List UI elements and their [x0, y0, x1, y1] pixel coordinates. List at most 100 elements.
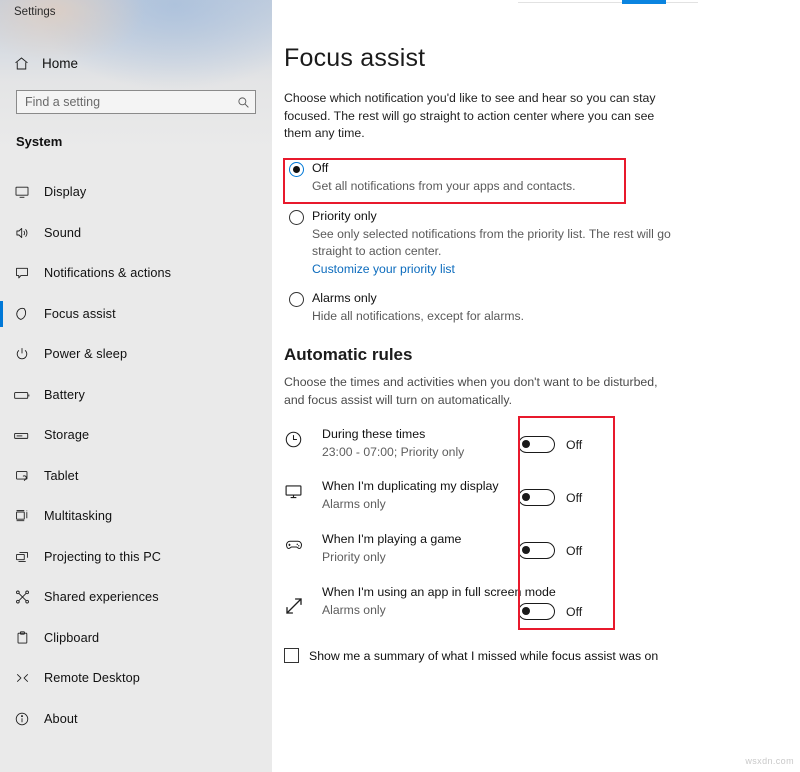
customize-priority-list-link[interactable]: Customize your priority list	[312, 261, 455, 278]
radio-option-alarms-only[interactable]: Alarms only Hide all notifications, exce…	[284, 290, 704, 325]
sidebar-item-home-label: Home	[42, 56, 78, 71]
rule-text: When I'm duplicating my display Alarms o…	[322, 476, 499, 512]
multitasking-icon	[0, 508, 44, 524]
home-icon	[0, 55, 42, 72]
sidebar-item-label: Tablet	[44, 469, 78, 483]
radio-option-description: Hide all notifications, except for alarm…	[312, 308, 690, 325]
rule-title: When I'm duplicating my display	[322, 478, 499, 495]
sidebar-item-projecting-to-this-pc[interactable]: Projecting to this PC	[0, 537, 272, 578]
clock-icon	[284, 424, 322, 449]
summary-checkbox[interactable]	[284, 648, 299, 663]
active-tab-underline	[622, 0, 666, 4]
rule-row-during-these-times[interactable]: During these times 23:00 - 07:00; Priori…	[284, 424, 684, 476]
automatic-rules-list: During these times 23:00 - 07:00; Priori…	[284, 424, 684, 634]
search-icon[interactable]	[231, 91, 255, 113]
tablet-icon	[0, 468, 44, 484]
page-title: Focus assist	[284, 44, 425, 73]
clipboard-icon	[0, 630, 44, 646]
sidebar-item-label: Clipboard	[44, 631, 99, 645]
projecting-icon	[0, 549, 44, 565]
tab-strip	[518, 0, 698, 4]
sidebar-item-label: Battery	[44, 388, 85, 402]
rule-text: During these times 23:00 - 07:00; Priori…	[322, 424, 464, 460]
radio-indicator	[289, 292, 304, 307]
window-title: Settings	[14, 6, 56, 18]
sidebar-item-label: Display	[44, 185, 86, 199]
settings-window: Settings Home System	[0, 0, 800, 772]
share-icon	[0, 589, 44, 605]
sidebar-item-battery[interactable]: Battery	[0, 375, 272, 416]
sidebar-item-label: Projecting to this PC	[44, 550, 161, 564]
automatic-rules-title: Automatic rules	[284, 345, 412, 365]
sidebar-item-label: Shared experiences	[44, 590, 159, 604]
search-box[interactable]	[16, 90, 256, 114]
radio-option-label: Priority only	[312, 208, 704, 224]
toggle-switch[interactable]	[518, 489, 555, 506]
speaker-icon	[0, 225, 44, 241]
radio-option-off[interactable]: Off Get all notifications from your apps…	[284, 160, 704, 195]
sidebar-item-label: Storage	[44, 428, 89, 442]
toggle-state-label: Off	[566, 605, 582, 619]
sidebar-item-power-sleep[interactable]: Power & sleep	[0, 334, 272, 375]
sidebar-item-multitasking[interactable]: Multitasking	[0, 496, 272, 537]
sidebar-item-about[interactable]: About	[0, 699, 272, 740]
rule-title: When I'm playing a game	[322, 531, 461, 548]
toggle-knob	[522, 440, 530, 448]
sidebar-item-clipboard[interactable]: Clipboard	[0, 618, 272, 659]
page-description: Choose which notification you'd like to …	[284, 90, 674, 143]
toggle-state-label: Off	[566, 438, 582, 452]
monitor-icon	[0, 184, 44, 200]
sidebar-item-shared-experiences[interactable]: Shared experiences	[0, 577, 272, 618]
sidebar-item-sound[interactable]: Sound	[0, 213, 272, 254]
toggle-switch[interactable]	[518, 603, 555, 620]
rule-title: When I'm using an app in full screen mod…	[322, 584, 556, 601]
sidebar-item-home[interactable]: Home	[0, 48, 272, 78]
fullscreen-icon	[284, 582, 322, 616]
rule-subtitle: 23:00 - 07:00; Priority only	[322, 444, 464, 461]
sidebar-item-storage[interactable]: Storage	[0, 415, 272, 456]
radio-option-label: Alarms only	[312, 290, 704, 306]
toggle-state-label: Off	[566, 491, 582, 505]
rule-subtitle: Alarms only	[322, 496, 499, 513]
sidebar-item-tablet[interactable]: Tablet	[0, 456, 272, 497]
storage-icon	[0, 429, 44, 442]
radio-indicator	[289, 162, 304, 177]
search-input[interactable]	[17, 95, 231, 109]
automatic-rules-description: Choose the times and activities when you…	[284, 374, 674, 409]
sidebar-item-display[interactable]: Display	[0, 172, 272, 213]
summary-checkbox-row[interactable]: Show me a summary of what I missed while…	[284, 648, 658, 663]
toggle-switch[interactable]	[518, 542, 555, 559]
toggle-knob	[522, 607, 530, 615]
sidebar-item-remote-desktop[interactable]: Remote Desktop	[0, 658, 272, 699]
moon-icon	[0, 306, 44, 322]
toggle-state-label: Off	[566, 544, 582, 558]
rule-row-playing-a-game[interactable]: When I'm playing a game Priority only	[284, 529, 684, 582]
sidebar: Settings Home System	[0, 0, 272, 772]
toggle-during-these-times[interactable]: Off	[518, 436, 582, 453]
power-icon	[0, 346, 44, 362]
sidebar-item-notifications-actions[interactable]: Notifications & actions	[0, 253, 272, 294]
notification-icon	[0, 265, 44, 281]
sidebar-item-focus-assist[interactable]: Focus assist	[0, 294, 272, 335]
sidebar-item-label: Focus assist	[44, 307, 116, 321]
rule-row-full-screen-app[interactable]: When I'm using an app in full screen mod…	[284, 582, 684, 634]
sidebar-item-label: Remote Desktop	[44, 671, 140, 685]
toggle-playing-a-game[interactable]: Off	[518, 542, 582, 559]
sidebar-item-label: Notifications & actions	[44, 266, 171, 280]
radio-indicator	[289, 210, 304, 225]
rule-subtitle: Priority only	[322, 549, 461, 566]
rule-title: During these times	[322, 426, 464, 443]
toggle-switch[interactable]	[518, 436, 555, 453]
rule-text: When I'm playing a game Priority only	[322, 529, 461, 565]
radio-option-priority-only[interactable]: Priority only See only selected notifica…	[284, 208, 704, 278]
radio-option-label: Off	[312, 160, 704, 176]
sidebar-group-label: System	[16, 134, 62, 149]
selection-accent-bar	[0, 301, 3, 327]
rule-row-duplicating-display[interactable]: When I'm duplicating my display Alarms o…	[284, 476, 684, 529]
radio-option-description: Get all notifications from your apps and…	[312, 178, 690, 195]
toggle-knob	[522, 493, 530, 501]
toggle-duplicating-display[interactable]: Off	[518, 489, 582, 506]
focus-mode-radio-group: Off Get all notifications from your apps…	[284, 160, 704, 325]
toggle-full-screen-app[interactable]: Off	[518, 603, 582, 620]
sidebar-nav: Display Sound Not	[0, 172, 272, 739]
